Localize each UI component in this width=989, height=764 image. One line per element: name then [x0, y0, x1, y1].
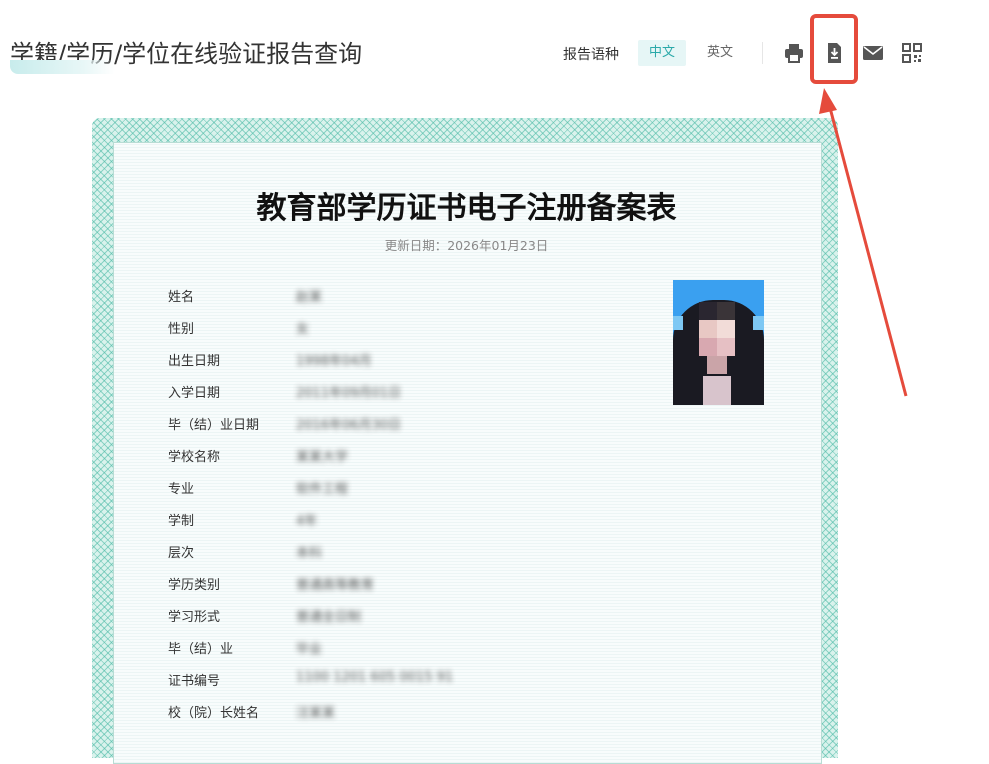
- qrcode-icon: [902, 43, 922, 63]
- field-label: 毕（结）业: [168, 642, 234, 657]
- certificate-title: 教育部学历证书电子注册备案表: [256, 191, 677, 226]
- field-value: 本科: [296, 546, 323, 561]
- qrcode-button[interactable]: [900, 41, 924, 65]
- field-label: 学制: [168, 514, 195, 529]
- field-label: 学校名称: [168, 450, 221, 465]
- field-label: 学历类别: [168, 578, 221, 593]
- field-value: 软件工程: [296, 482, 349, 497]
- field-value: 4年: [296, 514, 318, 529]
- mail-icon: [863, 46, 883, 60]
- field-label: 学习形式: [168, 610, 221, 625]
- field-value: 赵某: [296, 290, 323, 305]
- field-label: 层次: [168, 546, 195, 561]
- certificate-update-date: 更新日期：2026年01月23日: [384, 238, 549, 253]
- field-value: 某某大学: [296, 450, 349, 465]
- field-label: 校（院）长姓名: [168, 706, 260, 721]
- field-label: 证书编号: [168, 674, 221, 689]
- field-value: 2016年06月30日: [296, 418, 402, 433]
- print-button[interactable]: [782, 41, 806, 65]
- field-label: 出生日期: [168, 354, 221, 369]
- title-underline-decoration: [10, 60, 115, 74]
- field-value: 汪某某: [296, 706, 336, 721]
- annotation-highlight-box: [810, 14, 858, 84]
- email-button[interactable]: [861, 41, 885, 65]
- lang-english-button[interactable]: 英文: [696, 40, 744, 66]
- field-value: 1998年04月: [296, 354, 372, 369]
- field-value: 1100 1201 605 0015 91: [296, 670, 454, 685]
- field-value: 毕业: [296, 642, 323, 657]
- report-language-label: 报告语种: [563, 47, 619, 63]
- field-value: 2011年09月01日: [296, 386, 402, 401]
- field-label: 毕（结）业日期: [168, 418, 260, 433]
- lang-chinese-button[interactable]: 中文: [638, 40, 686, 66]
- field-value: 普通高等教育: [296, 578, 375, 593]
- field-label: 专业: [168, 482, 195, 497]
- field-label: 姓名: [168, 290, 195, 305]
- field-value: 普通全日制: [296, 610, 362, 625]
- field-label: 入学日期: [168, 386, 221, 401]
- print-icon: [785, 44, 803, 63]
- field-value: 女: [296, 322, 310, 337]
- field-label: 性别: [168, 322, 195, 337]
- student-photo: [673, 280, 764, 405]
- toolbar-divider: [762, 42, 763, 64]
